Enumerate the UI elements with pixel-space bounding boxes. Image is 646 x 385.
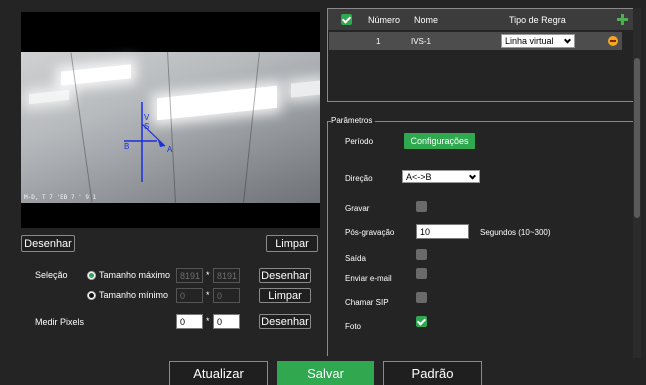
times-symbol: * [206, 316, 210, 326]
call-sip-label: Chamar SIP [345, 298, 389, 307]
record-label: Gravar [345, 204, 370, 213]
header-name: Nome [414, 15, 439, 25]
video-preview[interactable]: V S B A M-D, T 7 'EB 7 ' 9 1 [21, 12, 320, 228]
send-email-checkbox[interactable] [416, 268, 427, 279]
direction-select[interactable]: A<->B [402, 170, 480, 183]
measure-height-input[interactable]: 0 [213, 314, 240, 329]
table-row[interactable]: 1 IVS-1 Linha virtual [329, 32, 622, 50]
min-width-input[interactable]: 0 [176, 288, 203, 303]
call-sip-checkbox[interactable] [416, 292, 427, 303]
record-checkbox[interactable] [416, 201, 427, 212]
rules-table-header: Número Nome Tipo de Regra [328, 9, 635, 30]
post-record-hint: Segundos (10~300) [480, 228, 551, 237]
output-checkbox[interactable] [416, 249, 427, 260]
measure-draw-button[interactable]: Desenhar [259, 314, 311, 329]
measure-width-input[interactable]: 0 [176, 314, 203, 329]
send-email-label: Enviar e-mail [345, 274, 392, 283]
clear-button[interactable]: Limpar [266, 235, 318, 252]
measure-pixels-label: Medir Pixels [35, 317, 85, 327]
photo-label: Foto [345, 322, 362, 331]
output-label: Saída [345, 254, 366, 263]
chevron-down-icon [468, 171, 477, 180]
post-record-input[interactable]: 10 [416, 224, 469, 239]
direction-label: Direção [345, 174, 373, 183]
max-size-label: Tamanho máximo [99, 270, 171, 280]
parameters-title: Parâmetros [331, 116, 376, 125]
camera-frame: V S B A M-D, T 7 'EB 7 ' 9 1 [21, 52, 320, 203]
arrow-head [158, 140, 165, 147]
times-symbol: * [206, 290, 210, 300]
times-symbol: * [206, 270, 210, 280]
rule-type-value: Linha virtual [505, 36, 554, 46]
min-height-input[interactable]: 0 [213, 288, 240, 303]
min-size-clear-button[interactable]: Limpar [259, 288, 311, 303]
rule-type-select[interactable]: Linha virtual [501, 34, 575, 48]
line-label-v: V [144, 113, 150, 122]
rule-number: 1 [376, 37, 381, 46]
side-label-a: A [167, 145, 173, 154]
add-rule-icon[interactable] [617, 14, 628, 25]
period-label: Período [345, 137, 374, 146]
side-label-b: B [124, 142, 129, 151]
tripwire-overlay[interactable]: V S B A [21, 52, 320, 203]
max-width-input[interactable]: 8191 [176, 268, 203, 283]
max-size-radio[interactable] [87, 271, 96, 280]
parameters-panel [327, 121, 635, 356]
default-button[interactable]: Padrão [383, 361, 482, 385]
post-record-label: Pós-gravação [345, 228, 395, 237]
min-size-radio[interactable] [87, 291, 96, 300]
select-all-checkbox[interactable] [341, 14, 352, 25]
photo-checkbox[interactable] [416, 316, 427, 327]
direction-value: A<->B [406, 171, 432, 182]
max-size-draw-button[interactable]: Desenhar [259, 268, 311, 283]
remove-rule-icon[interactable] [608, 36, 618, 46]
selection-label: Seleção [35, 270, 68, 280]
rules-table: Número Nome Tipo de Regra 1 IVS-1 Linha … [327, 8, 636, 102]
refresh-button[interactable]: Atualizar [169, 361, 268, 385]
chevron-down-icon [563, 36, 572, 44]
draw-button[interactable]: Desenhar [21, 235, 75, 252]
line-label-s: S [144, 122, 149, 131]
max-height-input[interactable]: 8191 [213, 268, 240, 283]
header-number: Número [368, 15, 401, 25]
header-rule-type: Tipo de Regra [509, 15, 566, 25]
configurations-button[interactable]: Configurações [404, 133, 475, 149]
rule-name: IVS-1 [411, 37, 432, 46]
min-size-label: Tamanho mínimo [99, 290, 169, 300]
osd-timestamp: M-D, T 7 'EB 7 ' 9 1 [24, 194, 97, 201]
save-button[interactable]: Salvar [277, 361, 374, 385]
scrollbar-thumb[interactable] [634, 58, 640, 218]
